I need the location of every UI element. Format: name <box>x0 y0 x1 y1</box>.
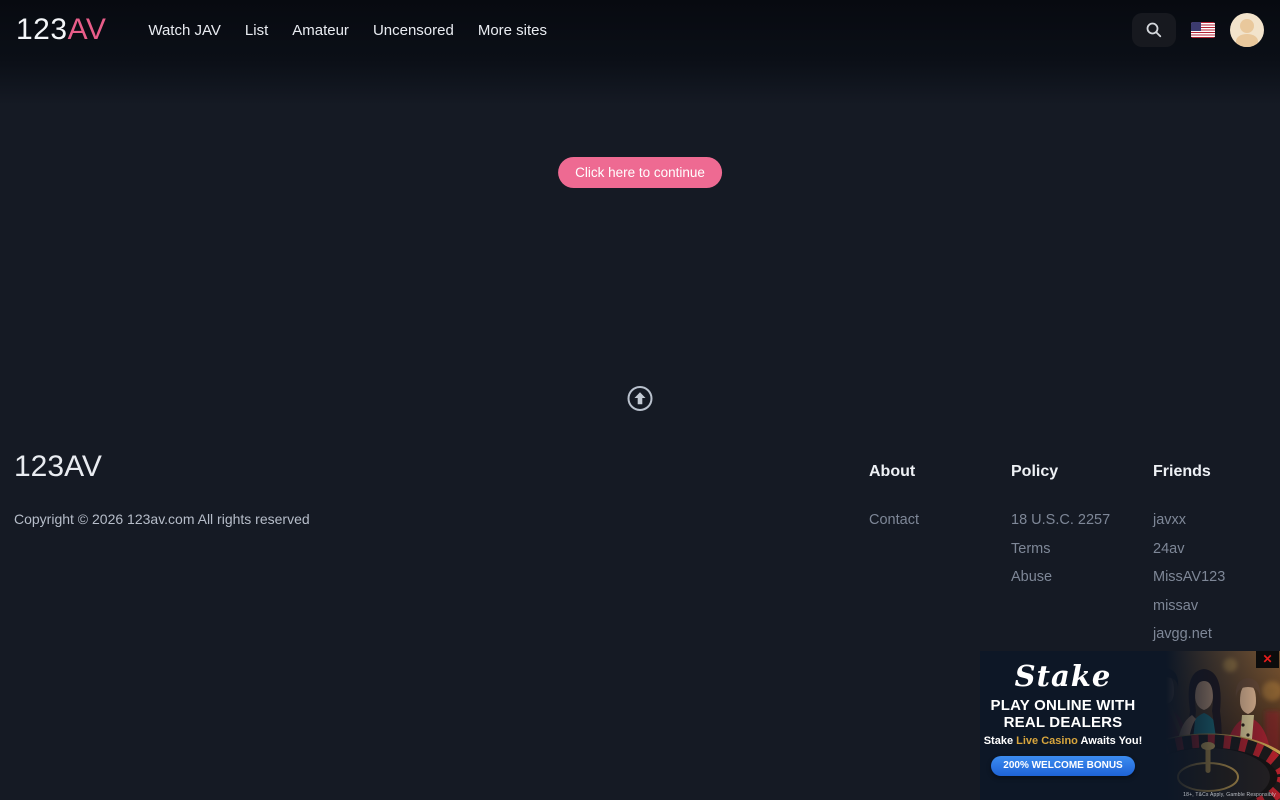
continue-button[interactable]: Click here to continue <box>558 157 722 188</box>
nav-item-amateur[interactable]: Amateur <box>280 14 361 47</box>
site-logo-prefix: 123 <box>16 13 68 46</box>
main-nav: Watch JAV List Amateur Uncensored More s… <box>136 14 559 47</box>
header-actions <box>1132 13 1264 47</box>
ad-sub-prefix: Stake <box>984 735 1016 747</box>
footer-link-contact[interactable]: Contact <box>869 512 919 528</box>
header-gradient <box>0 60 1280 105</box>
scroll-to-top-button[interactable] <box>627 385 654 412</box>
footer-link-2257[interactable]: 18 U.S.C. 2257 <box>1011 512 1110 528</box>
list-item: javgg.net <box>1153 625 1280 643</box>
footer-column-policy: Policy 18 U.S.C. 2257 Terms Abuse <box>1011 463 1151 597</box>
list-item: Terms <box>1011 540 1151 558</box>
nav-item-watch-jav[interactable]: Watch JAV <box>136 14 233 47</box>
arrow-up-circle-icon <box>627 385 654 412</box>
ad-headline-line2: REAL DEALERS <box>991 714 1136 731</box>
ad-bonus-button[interactable]: 200% WELCOME BONUS <box>991 756 1134 776</box>
search-button[interactable] <box>1132 13 1176 47</box>
footer-logo-suffix: AV <box>64 450 102 483</box>
footer-link-missav123[interactable]: MissAV123 <box>1153 569 1225 585</box>
top-navigation-bar: 123AV Watch JAV List Amateur Uncensored … <box>0 0 1280 60</box>
close-icon: ✕ <box>1262 652 1272 666</box>
nav-item-uncensored[interactable]: Uncensored <box>361 14 466 47</box>
ad-headline: PLAY ONLINE WITH REAL DEALERS <box>991 697 1136 731</box>
footer-link-javxx[interactable]: javxx <box>1153 512 1186 528</box>
footer-logo[interactable]: 123AV <box>14 452 102 482</box>
ad-subheadline: Stake Live Casino Awaits You! <box>984 735 1143 747</box>
ad-headline-line1: PLAY ONLINE WITH <box>991 697 1136 714</box>
nav-item-more-sites[interactable]: More sites <box>466 14 559 47</box>
footer-heading-about: About <box>869 463 1009 481</box>
ad-sub-highlight: Live Casino <box>1016 735 1078 747</box>
list-item: 24av <box>1153 540 1280 558</box>
list-item: MissAV123 <box>1153 568 1280 586</box>
footer-link-abuse[interactable]: Abuse <box>1011 569 1052 585</box>
ad-sub-suffix: Awaits You! <box>1078 735 1142 747</box>
ad-close-button[interactable]: ✕ <box>1256 651 1279 668</box>
ad-text-content: Stake PLAY ONLINE WITH REAL DEALERS Stak… <box>980 651 1146 800</box>
footer-link-javgg[interactable]: javgg.net <box>1153 626 1212 642</box>
footer-logo-prefix: 123 <box>14 450 64 483</box>
list-item: Contact <box>869 511 1009 529</box>
footer-heading-friends: Friends <box>1153 463 1280 481</box>
list-item: 18 U.S.C. 2257 <box>1011 511 1151 529</box>
ad-disclaimer-text: 18+, T&Cs Apply, Gamble Responsibly <box>1183 792 1276 798</box>
language-flag-us-icon[interactable] <box>1191 22 1215 38</box>
nav-item-list[interactable]: List <box>233 14 280 47</box>
list-item: javxx <box>1153 511 1280 529</box>
footer-column-about: About Contact <box>869 463 1009 540</box>
footer-column-friends: Friends javxx 24av MissAV123 missav javg… <box>1153 463 1280 682</box>
user-avatar[interactable] <box>1230 13 1264 47</box>
search-icon <box>1145 21 1163 39</box>
copyright-text: Copyright © 2026 123av.com All rights re… <box>14 511 310 527</box>
site-logo-suffix: AV <box>68 13 107 46</box>
footer-heading-policy: Policy <box>1011 463 1151 481</box>
footer-link-missav[interactable]: missav <box>1153 598 1198 614</box>
footer-link-24av[interactable]: 24av <box>1153 541 1184 557</box>
footer-link-terms[interactable]: Terms <box>1011 541 1050 557</box>
list-item: Abuse <box>1011 568 1151 586</box>
ad-banner-stake[interactable]: Stake PLAY ONLINE WITH REAL DEALERS Stak… <box>980 651 1280 800</box>
ad-stake-logo: Stake <box>1015 661 1112 693</box>
list-item: missav <box>1153 597 1280 615</box>
site-logo[interactable]: 123AV <box>16 15 106 45</box>
